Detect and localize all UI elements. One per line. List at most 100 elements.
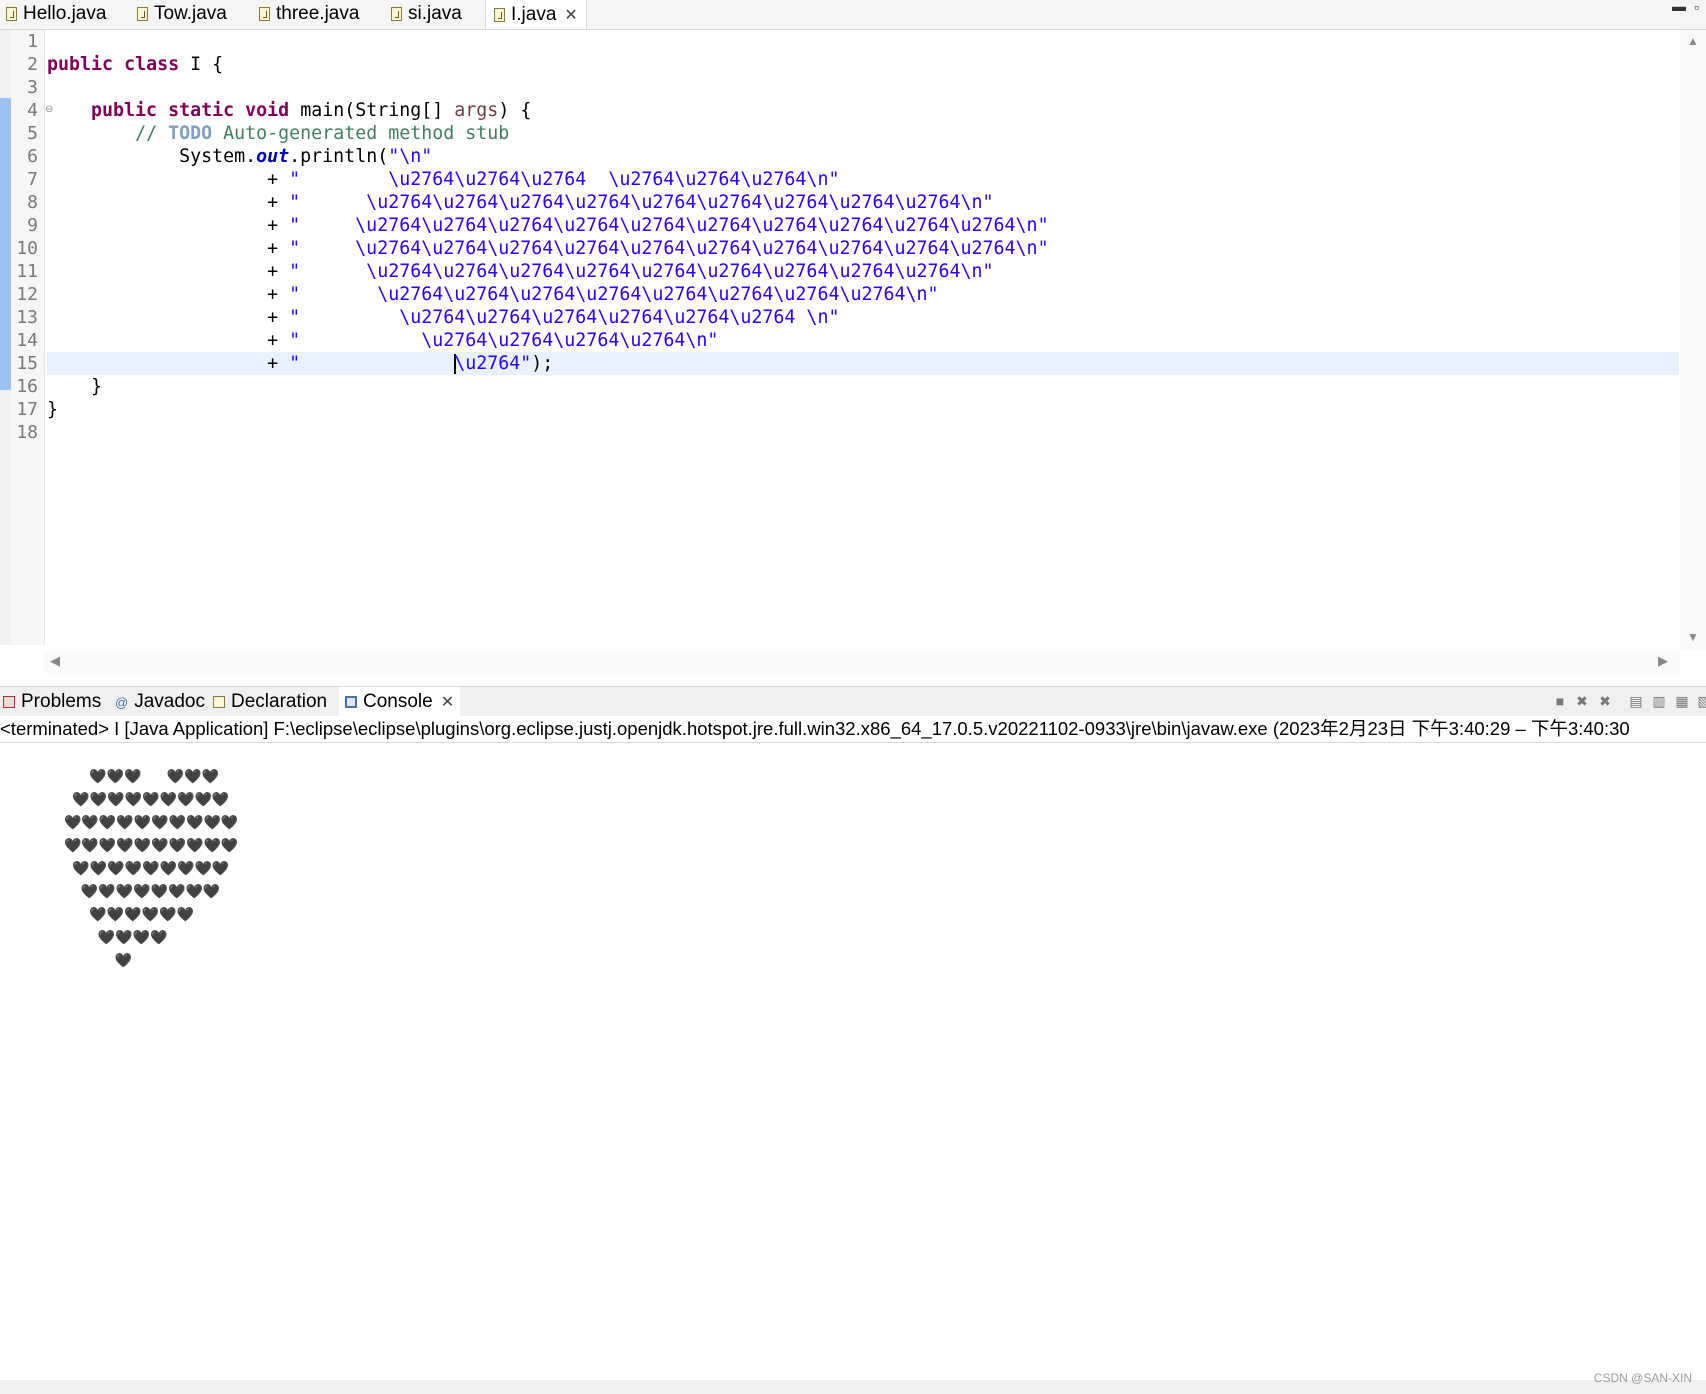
- console-horizontal-scrollbar[interactable]: [0, 1380, 1706, 1394]
- java-file-icon: [494, 7, 505, 22]
- remove-launch-icon[interactable]: ✖: [1574, 693, 1590, 709]
- keyword: void: [245, 100, 290, 121]
- code-text-area[interactable]: public class I { public static void main…: [47, 30, 1679, 645]
- string-literal: " \u2764\u2764\u2764\u2764\u2764\u2764\u…: [289, 261, 994, 282]
- code-line: + " \u2764\u2764\u2764\u2764\u2764\u2764…: [47, 283, 938, 306]
- code-line: + " \u2764\u2764\u2764\u2764\u2764\u2764…: [47, 191, 993, 214]
- tab-label: Problems: [21, 691, 102, 712]
- tab-tow-java[interactable]: Tow.java: [137, 0, 227, 28]
- line-number: 4: [27, 100, 38, 121]
- code-text: }: [91, 376, 103, 397]
- todo-tag: TODO: [168, 123, 213, 144]
- scroll-down-icon[interactable]: ▼: [1687, 630, 1699, 644]
- keyword: public: [47, 54, 114, 75]
- maximize-icon[interactable]: ▫: [1694, 0, 1699, 15]
- line-number: 13: [16, 307, 38, 328]
- line-number: 3: [27, 77, 38, 98]
- word-wrap-icon[interactable]: ▦: [1674, 693, 1690, 709]
- tab-console[interactable]: Console ✕: [339, 687, 461, 717]
- tab-three-java[interactable]: three.java: [259, 0, 359, 28]
- line-number: 2: [27, 54, 38, 75]
- code-editor[interactable]: 1 2 3 4 5 6 7 8 9 10 11 12 13 14 15 16 1…: [0, 30, 1706, 676]
- code-line: public static void main(String[] args) {: [47, 99, 531, 122]
- tab-label: three.java: [276, 3, 360, 24]
- string-literal: " \u2764\u2764\u2764\u2764\u2764\u2764\u…: [289, 215, 1049, 236]
- tab-label: I.java: [511, 3, 557, 25]
- code-text: System.: [179, 146, 257, 167]
- clear-console-icon[interactable]: ▤: [1628, 693, 1644, 709]
- close-icon[interactable]: ✕: [564, 5, 577, 25]
- tab-javadoc[interactable]: @ Javadoc: [115, 687, 205, 717]
- line-number-ruler: 1 2 3 4 5 6 7 8 9 10 11 12 13 14 15 16 1…: [11, 30, 53, 645]
- close-icon[interactable]: ✕: [441, 692, 454, 712]
- line-number: 9: [27, 215, 38, 236]
- editor-tab-bar: Hello.java Tow.java three.java si.java I…: [0, 0, 1706, 30]
- remove-all-terminated-icon[interactable]: ✖: [1597, 693, 1613, 709]
- comment: Auto-generated method stub: [212, 123, 510, 144]
- code-line: + " \u2764\u2764\u2764\u2764\u2764\u2764…: [47, 306, 839, 329]
- tab-si-java[interactable]: si.java: [391, 0, 462, 28]
- console-output-row: 🖤: [64, 953, 133, 969]
- static-field: out: [256, 146, 290, 167]
- console-output-row: 🖤🖤🖤🖤🖤🖤🖤🖤🖤: [64, 792, 230, 808]
- scroll-left-icon[interactable]: ◀: [50, 653, 60, 669]
- console-output-row: 🖤🖤🖤🖤🖤🖤🖤🖤🖤: [64, 861, 230, 877]
- console-output-row: 🖤🖤🖤 🖤🖤🖤: [64, 769, 220, 785]
- line-number: 16: [16, 376, 38, 397]
- code-line: System.out.println("\n": [47, 145, 432, 168]
- tab-label: Declaration: [231, 691, 328, 712]
- line-number: 10: [16, 238, 38, 259]
- console-status-line: <terminated> I [Java Application] F:\ecl…: [0, 716, 1706, 743]
- string-literal: " \u2764\u2764\u2764\u2764\u2764\u2764 \…: [289, 307, 840, 328]
- scroll-right-icon[interactable]: ▶: [1658, 653, 1668, 669]
- horizontal-scrollbar[interactable]: ◀ ▶: [44, 651, 1680, 673]
- code-line: public class I {: [47, 53, 223, 76]
- string-literal: \u2764": [454, 353, 532, 374]
- line-number: 1: [27, 31, 38, 52]
- code-line: + " \u2764\u2764\u2764\u2764\u2764\u2764…: [47, 214, 1049, 237]
- console-output-row: 🖤🖤🖤🖤🖤🖤: [64, 907, 194, 923]
- console-icon: [345, 696, 357, 708]
- operator: +: [267, 238, 290, 259]
- code-text: I {: [179, 54, 224, 75]
- java-file-icon: [137, 7, 148, 21]
- console-output[interactable]: 🖤🖤🖤 🖤🖤🖤 🖤🖤🖤🖤🖤🖤🖤🖤🖤 🖤🖤🖤🖤🖤🖤🖤🖤🖤🖤 🖤🖤🖤🖤🖤🖤🖤🖤🖤🖤 …: [0, 743, 1706, 1373]
- code-line: }: [47, 375, 102, 398]
- code-line: + " \u2764\u2764\u2764\u2764\u2764\u2764…: [47, 260, 994, 283]
- string-literal: "\n": [388, 146, 433, 167]
- tab-problems[interactable]: Problems: [3, 687, 101, 717]
- scroll-lock-icon[interactable]: ▥: [1651, 693, 1667, 709]
- vertical-scrollbar[interactable]: ▲ ▼: [1680, 30, 1706, 650]
- tab-label: Javadoc: [134, 691, 205, 712]
- code-text: main(String[]: [289, 100, 455, 121]
- code-line: }: [47, 398, 58, 421]
- code-text: ) {: [498, 100, 532, 121]
- console-output-row: 🖤🖤🖤🖤: [64, 930, 168, 946]
- code-text: }: [47, 399, 59, 420]
- line-number: 14: [16, 330, 38, 351]
- declaration-icon: [213, 696, 225, 708]
- line-number: 17: [16, 399, 38, 420]
- view-tab-bar: Problems @ Javadoc Declaration Console ✕…: [0, 686, 1706, 717]
- line-number: 7: [27, 169, 38, 190]
- code-text: .println(: [289, 146, 389, 167]
- tab-label: si.java: [408, 3, 462, 24]
- parameter: args: [454, 100, 499, 121]
- console-output-row: 🖤🖤🖤🖤🖤🖤🖤🖤🖤🖤: [64, 838, 239, 854]
- line-number: 8: [27, 192, 38, 213]
- line-number: 6: [27, 146, 38, 167]
- tab-i-java[interactable]: I.java ✕: [485, 0, 587, 29]
- minimize-icon[interactable]: ▬: [1672, 0, 1686, 14]
- scroll-up-icon[interactable]: ▲: [1687, 34, 1699, 48]
- string-literal: " \u2764\u2764\u2764 \u2764\u2764\u2764\…: [289, 169, 840, 190]
- tab-hello-java[interactable]: Hello.java: [6, 0, 106, 28]
- comment: //: [135, 123, 169, 144]
- terminate-icon[interactable]: ■: [1552, 693, 1568, 709]
- range-indicator: [0, 98, 11, 390]
- tab-declaration[interactable]: Declaration: [213, 687, 327, 717]
- operator: +: [267, 215, 290, 236]
- tab-label: Tow.java: [154, 3, 227, 24]
- show-console-icon[interactable]: ▧: [1696, 693, 1706, 709]
- code-text: );: [531, 353, 554, 374]
- line-number: 5: [27, 123, 38, 144]
